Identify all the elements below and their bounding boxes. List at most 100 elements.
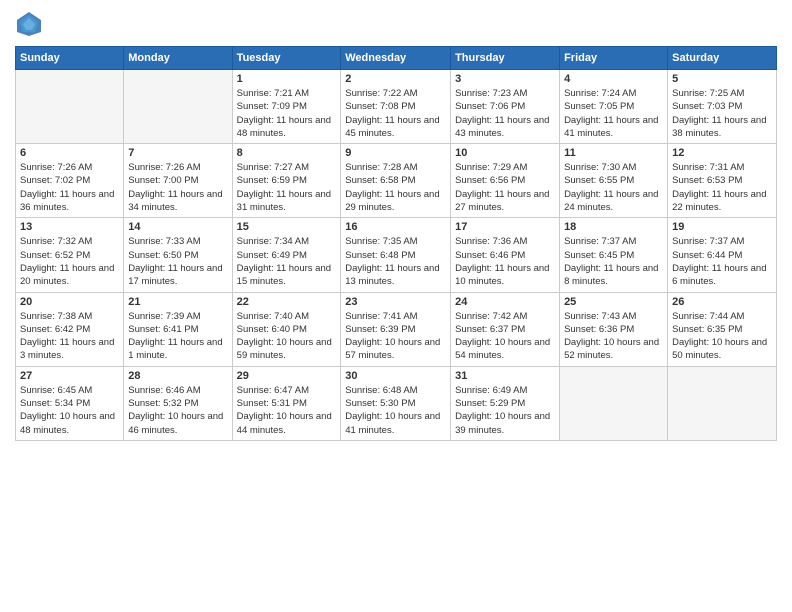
day-info: Sunrise: 7:29 AM Sunset: 6:56 PM Dayligh… xyxy=(455,161,555,214)
weekday-header-monday: Monday xyxy=(124,47,232,70)
calendar-cell xyxy=(560,366,668,440)
day-number: 19 xyxy=(672,221,772,233)
day-number: 7 xyxy=(128,147,227,159)
calendar-cell xyxy=(16,70,124,144)
day-info: Sunrise: 6:48 AM Sunset: 5:30 PM Dayligh… xyxy=(345,384,446,437)
day-info: Sunrise: 7:38 AM Sunset: 6:42 PM Dayligh… xyxy=(20,310,119,363)
day-info: Sunrise: 7:27 AM Sunset: 6:59 PM Dayligh… xyxy=(237,161,337,214)
calendar-table: SundayMondayTuesdayWednesdayThursdayFrid… xyxy=(15,46,777,441)
day-info: Sunrise: 7:33 AM Sunset: 6:50 PM Dayligh… xyxy=(128,235,227,288)
header xyxy=(15,10,777,38)
day-info: Sunrise: 7:32 AM Sunset: 6:52 PM Dayligh… xyxy=(20,235,119,288)
day-number: 17 xyxy=(455,221,555,233)
calendar-cell: 2 Sunrise: 7:22 AM Sunset: 7:08 PM Daylig… xyxy=(341,70,451,144)
weekday-header-friday: Friday xyxy=(560,47,668,70)
day-number: 22 xyxy=(237,296,337,308)
calendar-cell: 23 Sunrise: 7:41 AM Sunset: 6:39 PM Dayli… xyxy=(341,292,451,366)
calendar-cell: 18 Sunrise: 7:37 AM Sunset: 6:45 PM Dayli… xyxy=(560,218,668,292)
day-number: 16 xyxy=(345,221,446,233)
calendar-cell: 31 Sunrise: 6:49 AM Sunset: 5:29 PM Dayli… xyxy=(451,366,560,440)
calendar-cell: 4Sunrise: 7:24 AM Sunset: 7:05 PM Daylig… xyxy=(560,70,668,144)
calendar-cell: 11Sunrise: 7:30 AM Sunset: 6:55 PM Dayli… xyxy=(560,144,668,218)
day-info: Sunrise: 7:42 AM Sunset: 6:37 PM Dayligh… xyxy=(455,310,555,363)
calendar-cell: 24 Sunrise: 7:42 AM Sunset: 6:37 PM Dayli… xyxy=(451,292,560,366)
day-info: Sunrise: 7:25 AM Sunset: 7:03 PM Dayligh… xyxy=(672,87,772,140)
day-number: 8 xyxy=(237,147,337,159)
calendar-cell: 21Sunrise: 7:39 AM Sunset: 6:41 PM Dayli… xyxy=(124,292,232,366)
day-info: Sunrise: 7:28 AM Sunset: 6:58 PM Dayligh… xyxy=(345,161,446,214)
day-number: 5 xyxy=(672,73,772,85)
day-number: 26 xyxy=(672,296,772,308)
day-number: 24 xyxy=(455,296,555,308)
calendar-week-row: 6 Sunrise: 7:26 AM Sunset: 7:02 PM Daylig… xyxy=(16,144,777,218)
calendar-cell: 26 Sunrise: 7:44 AM Sunset: 6:35 PM Dayli… xyxy=(668,292,777,366)
day-number: 9 xyxy=(345,147,446,159)
calendar-week-row: 13 Sunrise: 7:32 AM Sunset: 6:52 PM Dayli… xyxy=(16,218,777,292)
calendar-cell: 15 Sunrise: 7:34 AM Sunset: 6:49 PM Dayli… xyxy=(232,218,341,292)
day-info: Sunrise: 6:45 AM Sunset: 5:34 PM Dayligh… xyxy=(20,384,119,437)
day-info: Sunrise: 7:34 AM Sunset: 6:49 PM Dayligh… xyxy=(237,235,337,288)
weekday-header-wednesday: Wednesday xyxy=(341,47,451,70)
calendar-week-row: 1Sunrise: 7:21 AM Sunset: 7:09 PM Daylig… xyxy=(16,70,777,144)
day-number: 13 xyxy=(20,221,119,233)
calendar-cell xyxy=(668,366,777,440)
calendar-cell xyxy=(124,70,232,144)
calendar-cell: 10Sunrise: 7:29 AM Sunset: 6:56 PM Dayli… xyxy=(451,144,560,218)
day-info: Sunrise: 7:26 AM Sunset: 7:00 PM Dayligh… xyxy=(128,161,227,214)
day-info: Sunrise: 7:41 AM Sunset: 6:39 PM Dayligh… xyxy=(345,310,446,363)
calendar-cell: 22 Sunrise: 7:40 AM Sunset: 6:40 PM Dayli… xyxy=(232,292,341,366)
day-info: Sunrise: 7:36 AM Sunset: 6:46 PM Dayligh… xyxy=(455,235,555,288)
day-number: 18 xyxy=(564,221,663,233)
calendar-cell: 7 Sunrise: 7:26 AM Sunset: 7:00 PM Daylig… xyxy=(124,144,232,218)
weekday-header-row: SundayMondayTuesdayWednesdayThursdayFrid… xyxy=(16,47,777,70)
day-info: Sunrise: 7:31 AM Sunset: 6:53 PM Dayligh… xyxy=(672,161,772,214)
day-number: 20 xyxy=(20,296,119,308)
weekday-header-saturday: Saturday xyxy=(668,47,777,70)
day-number: 31 xyxy=(455,370,555,382)
calendar-cell: 6 Sunrise: 7:26 AM Sunset: 7:02 PM Daylig… xyxy=(16,144,124,218)
day-number: 12 xyxy=(672,147,772,159)
day-number: 27 xyxy=(20,370,119,382)
day-number: 6 xyxy=(20,147,119,159)
logo xyxy=(15,10,47,38)
weekday-header-sunday: Sunday xyxy=(16,47,124,70)
day-info: Sunrise: 6:49 AM Sunset: 5:29 PM Dayligh… xyxy=(455,384,555,437)
day-info: Sunrise: 6:46 AM Sunset: 5:32 PM Dayligh… xyxy=(128,384,227,437)
calendar-cell: 28Sunrise: 6:46 AM Sunset: 5:32 PM Dayli… xyxy=(124,366,232,440)
day-info: Sunrise: 7:21 AM Sunset: 7:09 PM Dayligh… xyxy=(237,87,337,140)
day-number: 30 xyxy=(345,370,446,382)
day-info: Sunrise: 7:22 AM Sunset: 7:08 PM Dayligh… xyxy=(345,87,446,140)
calendar-cell: 8 Sunrise: 7:27 AM Sunset: 6:59 PM Daylig… xyxy=(232,144,341,218)
weekday-header-tuesday: Tuesday xyxy=(232,47,341,70)
day-number: 2 xyxy=(345,73,446,85)
day-number: 25 xyxy=(564,296,663,308)
calendar-cell: 17 Sunrise: 7:36 AM Sunset: 6:46 PM Dayli… xyxy=(451,218,560,292)
day-info: Sunrise: 7:26 AM Sunset: 7:02 PM Dayligh… xyxy=(20,161,119,214)
day-info: Sunrise: 7:43 AM Sunset: 6:36 PM Dayligh… xyxy=(564,310,663,363)
day-info: Sunrise: 7:30 AM Sunset: 6:55 PM Dayligh… xyxy=(564,161,663,214)
day-info: Sunrise: 7:37 AM Sunset: 6:44 PM Dayligh… xyxy=(672,235,772,288)
day-number: 15 xyxy=(237,221,337,233)
calendar-cell: 20 Sunrise: 7:38 AM Sunset: 6:42 PM Dayli… xyxy=(16,292,124,366)
day-info: Sunrise: 7:44 AM Sunset: 6:35 PM Dayligh… xyxy=(672,310,772,363)
page: SundayMondayTuesdayWednesdayThursdayFrid… xyxy=(0,0,792,612)
calendar-cell: 16 Sunrise: 7:35 AM Sunset: 6:48 PM Dayli… xyxy=(341,218,451,292)
calendar-cell: 19 Sunrise: 7:37 AM Sunset: 6:44 PM Dayli… xyxy=(668,218,777,292)
day-info: Sunrise: 7:35 AM Sunset: 6:48 PM Dayligh… xyxy=(345,235,446,288)
day-number: 21 xyxy=(128,296,227,308)
calendar-cell: 13 Sunrise: 7:32 AM Sunset: 6:52 PM Dayli… xyxy=(16,218,124,292)
calendar-cell: 25 Sunrise: 7:43 AM Sunset: 6:36 PM Dayli… xyxy=(560,292,668,366)
calendar-week-row: 20 Sunrise: 7:38 AM Sunset: 6:42 PM Dayli… xyxy=(16,292,777,366)
day-info: Sunrise: 7:37 AM Sunset: 6:45 PM Dayligh… xyxy=(564,235,663,288)
day-number: 23 xyxy=(345,296,446,308)
calendar-cell: 14Sunrise: 7:33 AM Sunset: 6:50 PM Dayli… xyxy=(124,218,232,292)
calendar-cell: 29Sunrise: 6:47 AM Sunset: 5:31 PM Dayli… xyxy=(232,366,341,440)
calendar-cell: 5 Sunrise: 7:25 AM Sunset: 7:03 PM Daylig… xyxy=(668,70,777,144)
day-number: 3 xyxy=(455,73,555,85)
calendar-cell: 12 Sunrise: 7:31 AM Sunset: 6:53 PM Dayli… xyxy=(668,144,777,218)
day-number: 4 xyxy=(564,73,663,85)
day-info: Sunrise: 7:23 AM Sunset: 7:06 PM Dayligh… xyxy=(455,87,555,140)
weekday-header-thursday: Thursday xyxy=(451,47,560,70)
day-info: Sunrise: 6:47 AM Sunset: 5:31 PM Dayligh… xyxy=(237,384,337,437)
day-info: Sunrise: 7:40 AM Sunset: 6:40 PM Dayligh… xyxy=(237,310,337,363)
